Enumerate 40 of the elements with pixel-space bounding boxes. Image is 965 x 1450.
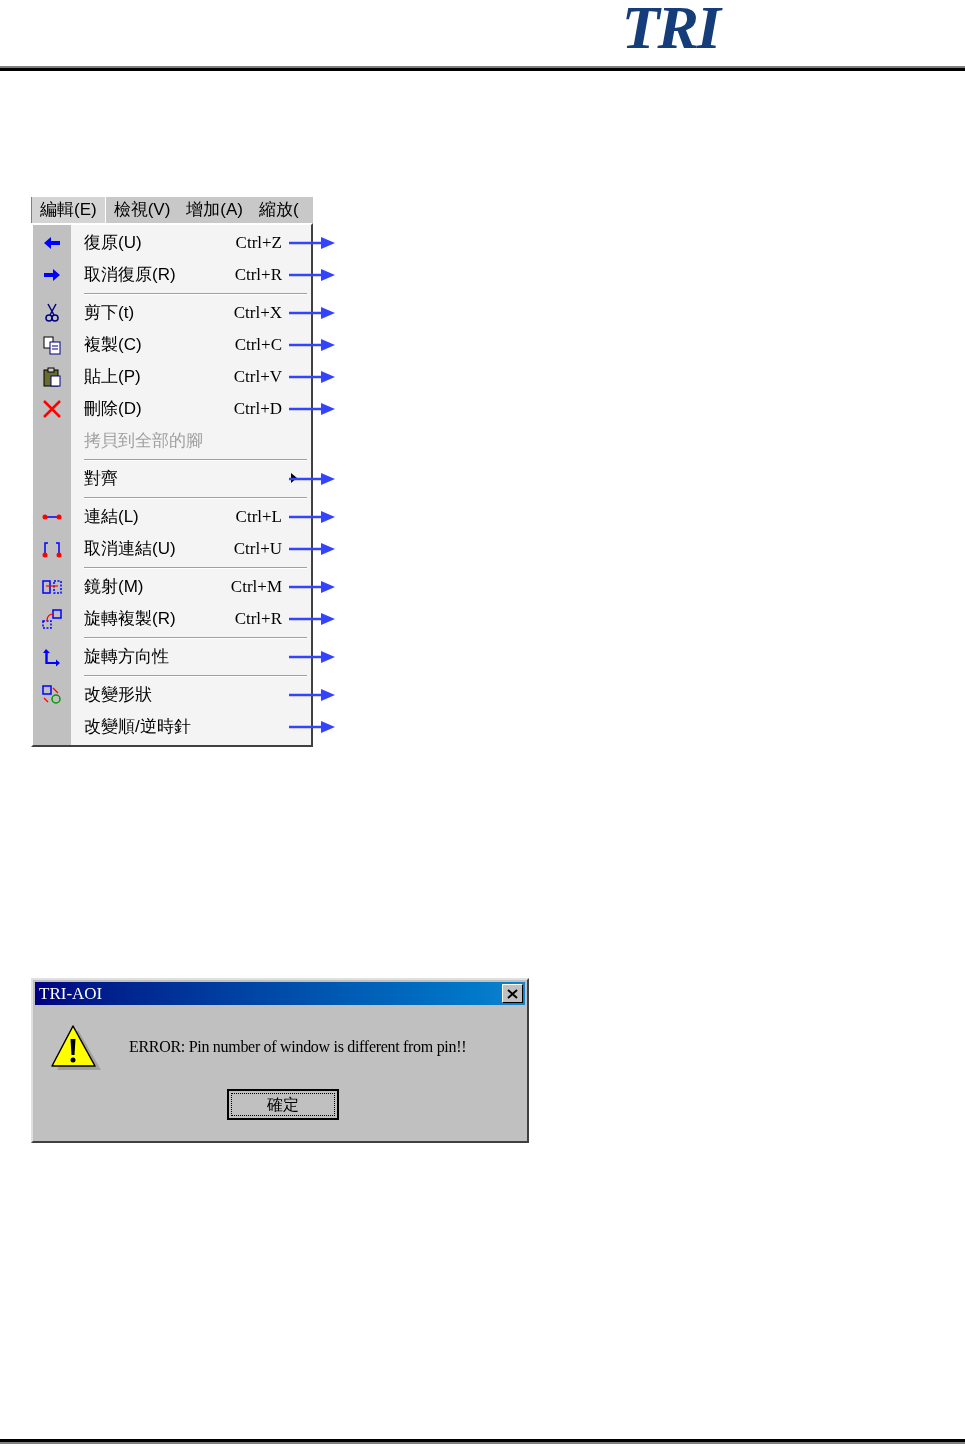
rotate-copy-icon — [41, 608, 63, 630]
clipboard-icon — [41, 366, 63, 388]
menu-bar-item[interactable]: 增加(A) — [178, 197, 251, 223]
shape-change-icon — [41, 684, 63, 706]
shortcut-text: Ctrl+M — [230, 576, 282, 599]
shortcut-text: Ctrl+L — [235, 506, 282, 529]
menu-item[interactable]: 取消連結(U) — [84, 536, 176, 562]
window-title: TRI-AOI — [39, 982, 103, 1005]
menu-item[interactable]: 連結(L) — [84, 504, 139, 530]
ok-button[interactable]: 確定 — [227, 1089, 339, 1120]
menu-bar-item[interactable]: 縮放( — [251, 197, 307, 223]
menu-item[interactable]: 複製(C) — [84, 332, 142, 358]
menu-item[interactable]: 改變順/逆時針 — [84, 714, 191, 740]
menu-item[interactable]: 刪除(D) — [84, 396, 142, 422]
shortcut-text: Ctrl+R — [234, 264, 282, 287]
menu-item[interactable]: 復原(U) — [84, 230, 142, 256]
menu-bar-item[interactable]: 編輯(E) — [31, 197, 106, 223]
menu-item[interactable]: 旋轉方向性 — [84, 644, 169, 670]
menu-item[interactable]: 鏡射(M) — [84, 574, 144, 600]
shortcut-text: Ctrl+Z — [235, 232, 282, 255]
menu-item[interactable]: 對齊 — [84, 466, 118, 492]
link-icon — [42, 514, 62, 520]
shortcut-text: Ctrl+C — [234, 334, 282, 357]
shortcut-text: Ctrl+U — [233, 538, 282, 561]
menu-bar-item[interactable]: 檢視(V) — [105, 197, 179, 223]
copy-icon — [41, 334, 63, 356]
warning-icon — [49, 1023, 101, 1071]
menu-item[interactable]: 改變形狀 — [84, 682, 152, 708]
shortcut-text: Ctrl+D — [233, 398, 282, 421]
menu-item[interactable]: 貼上(P) — [84, 364, 141, 390]
shortcut-text: Ctrl+X — [233, 302, 282, 325]
shortcut-text: Ctrl+R — [234, 608, 282, 631]
shortcut-text: Ctrl+V — [233, 366, 282, 389]
menu-item[interactable]: 取消復原(R) — [84, 262, 176, 288]
menu-item[interactable]: 旋轉複製(R) — [84, 606, 176, 632]
delete-icon — [41, 398, 63, 420]
close-icon — [507, 988, 518, 999]
error-message: ERROR: Pin number of window is different from pin!! — [129, 1037, 467, 1058]
close-button[interactable] — [502, 984, 523, 1003]
menu-item[interactable]: 剪下(t) — [84, 300, 135, 326]
